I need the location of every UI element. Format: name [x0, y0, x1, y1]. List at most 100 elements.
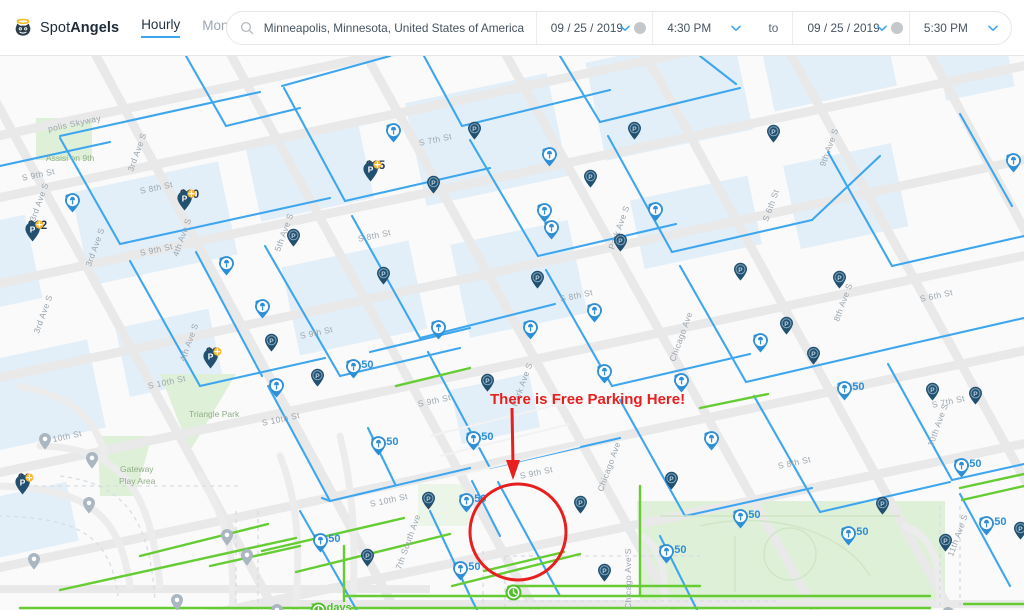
meter-parking-marker[interactable]: $2 [541, 147, 557, 167]
meter-parking-marker[interactable]: $2 [522, 320, 538, 340]
garage-parking-marker[interactable]: P$8 [202, 347, 222, 369]
brand-logo[interactable]: SpotAngels [12, 17, 119, 39]
svg-text:P: P [578, 500, 583, 507]
meter-parking-marker[interactable]: $0.50 [836, 381, 865, 401]
svg-text:P: P [368, 165, 374, 175]
end-time-value: 5:30 PM [923, 21, 968, 35]
svg-text:P: P [381, 271, 386, 278]
place-label: Play Area [119, 476, 156, 486]
svg-text:P: P [618, 238, 623, 245]
svg-text:P: P [485, 378, 490, 385]
svg-text:P: P [973, 391, 978, 398]
svg-text:P: P [930, 387, 935, 394]
meter-parking-marker[interactable]: $2 [752, 333, 768, 353]
svg-text:P: P [880, 501, 885, 508]
end-time-field[interactable]: 5:30 PM [908, 12, 1011, 44]
chevron-down-icon[interactable] [988, 19, 998, 37]
brand-name: SpotAngels [40, 20, 119, 36]
meter-parking-marker[interactable]: $2 [647, 202, 663, 222]
svg-text:P: P [30, 225, 36, 235]
meter-parking-marker[interactable]: $0.50 [840, 526, 869, 546]
meter-parking-marker[interactable]: $2 [586, 303, 602, 323]
chevron-down-icon[interactable] [620, 19, 631, 37]
free-parking-marker[interactable]: 7+ days [310, 602, 352, 610]
start-date-field[interactable]: 09 / 25 / 2019 [535, 12, 652, 44]
tab-hourly[interactable]: Hourly [141, 17, 181, 38]
meter-parking-marker[interactable]: $2 [703, 431, 719, 451]
meter-parking-marker[interactable]: $2 [1005, 153, 1021, 173]
end-date-field[interactable]: 09 / 25 / 2019 [792, 12, 908, 44]
meter-parking-marker[interactable]: $0.50 [370, 436, 399, 456]
free-parking-marker[interactable]: 1h [505, 584, 522, 601]
meter-parking-marker[interactable]: $2 [268, 378, 284, 398]
map-basemap [0, 56, 1024, 610]
meter-parking-marker[interactable]: $0.50 [658, 544, 687, 564]
calendar-icon[interactable] [890, 22, 903, 34]
meter-parking-marker[interactable]: $0.50 [458, 493, 487, 513]
place-label: Assisi on 9th [46, 153, 95, 163]
svg-text:P: P [588, 174, 593, 181]
calendar-icon[interactable] [634, 22, 647, 34]
svg-text:P: P [837, 275, 842, 282]
svg-text:P: P [943, 538, 948, 545]
meter-parking-marker[interactable]: $0.50 [465, 431, 494, 451]
street-label: Chicago Ave S [623, 548, 633, 609]
parking-map[interactable]: polis Skyway S 9th St 3rd Ave S 3rd Ave S 3r… [0, 56, 1024, 610]
meter-parking-marker[interactable]: $0.50 [953, 458, 982, 478]
meter-parking-marker[interactable]: $0.50 [345, 359, 374, 379]
meter-parking-marker[interactable]: $2 [430, 320, 446, 340]
svg-text:P: P [771, 129, 776, 136]
meter-parking-marker[interactable]: $0.50 [452, 561, 481, 581]
location-search-input[interactable] [259, 21, 536, 35]
end-date-value: 09 / 25 / 2019 [807, 21, 880, 35]
spotangels-cat-logo-icon [12, 17, 34, 39]
annotation-text: There is Free Parking Here! [490, 391, 686, 408]
app-header: SpotAngels Hourly Monthly 09 / 25 / 2019… [0, 0, 1024, 56]
date-range-separator: to [754, 12, 792, 44]
svg-text:P: P [535, 275, 540, 282]
garage-parking-marker[interactable]: P$10 [176, 189, 199, 211]
meter-parking-marker[interactable]: $2 [385, 123, 401, 143]
start-time-field[interactable]: 4:30 PM [652, 12, 754, 44]
meter-parking-marker[interactable]: $2 [536, 203, 552, 223]
meter-parking-marker[interactable]: $2 [673, 373, 689, 393]
svg-text:P: P [472, 126, 477, 133]
svg-text:P: P [431, 180, 436, 187]
meter-parking-marker[interactable]: $2 [596, 364, 612, 384]
svg-text:P: P [811, 351, 816, 358]
svg-text:P: P [365, 553, 370, 560]
svg-text:P: P [1018, 526, 1023, 533]
svg-text:P: P [784, 321, 789, 328]
svg-text:P: P [20, 478, 26, 488]
meter-parking-marker[interactable]: $2 [254, 299, 270, 319]
svg-text:P: P [269, 338, 274, 345]
svg-text:P: P [738, 267, 743, 274]
brand-name-bold: Angels [70, 19, 120, 36]
meter-parking-marker[interactable]: $2 [543, 220, 559, 240]
garage-parking-marker[interactable]: P$12 [24, 220, 47, 242]
place-label: Triangle Park [189, 409, 240, 419]
meter-parking-marker[interactable]: $0.50 [312, 533, 341, 553]
search-and-date-bar: 09 / 25 / 2019 4:30 PM to 09 / 25 / 2019… [226, 11, 1012, 45]
start-time-value: 4:30 PM [667, 21, 712, 35]
svg-text:P: P [208, 352, 214, 362]
svg-text:P: P [315, 373, 320, 380]
svg-text:P: P [669, 476, 674, 483]
chevron-down-icon[interactable] [731, 19, 742, 37]
separator-label: to [768, 21, 779, 35]
svg-text:P: P [602, 568, 607, 575]
svg-text:P: P [426, 496, 431, 503]
search-icon [235, 21, 260, 35]
chevron-down-icon[interactable] [877, 19, 887, 37]
meter-parking-marker[interactable]: $2 [218, 256, 234, 276]
meter-parking-marker[interactable]: $0.50 [732, 509, 761, 529]
meter-parking-marker[interactable]: $0.50 [978, 516, 1007, 536]
place-label: Gateway [120, 464, 154, 474]
start-date-value: 09 / 25 / 2019 [550, 21, 623, 35]
garage-parking-marker[interactable]: P$6 [14, 473, 34, 495]
brand-name-light: Spot [40, 19, 71, 36]
svg-text:P: P [632, 126, 637, 133]
svg-text:P: P [182, 194, 188, 204]
garage-parking-marker[interactable]: P$15 [362, 160, 385, 182]
meter-parking-marker[interactable]: $3 [64, 193, 80, 213]
